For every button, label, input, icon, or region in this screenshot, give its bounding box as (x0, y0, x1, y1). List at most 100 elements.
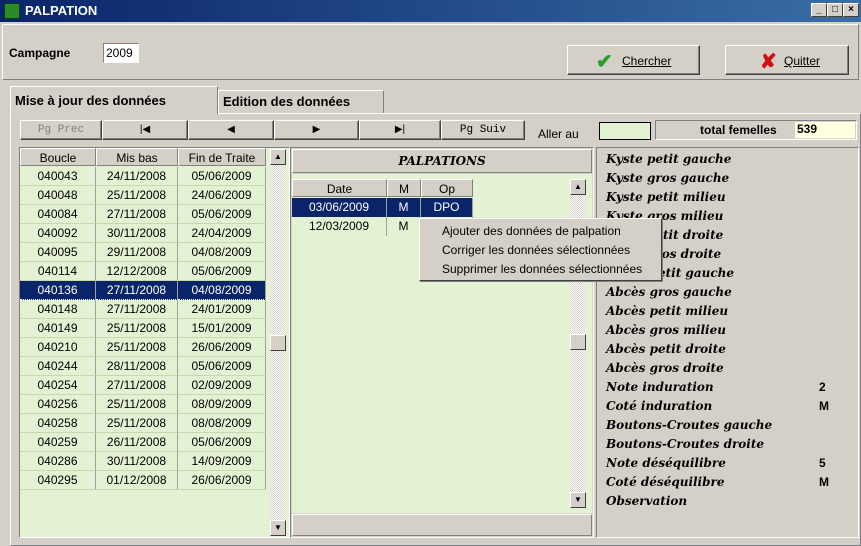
column-header[interactable]: Op (421, 179, 473, 197)
total-label: total femelles (700, 123, 777, 137)
table-cell: 04/08/2009 (178, 243, 266, 262)
minimize-button[interactable]: _ (811, 3, 827, 17)
field-label: Note induration (606, 380, 714, 394)
table-row[interactable]: 040210 25/11/2008 26/06/2009 (20, 338, 266, 357)
field-label: Note déséquilibre (606, 456, 726, 470)
table-cell: 040048 (20, 186, 96, 205)
context-menu: Ajouter des données de palpation Corrige… (419, 218, 662, 281)
campagne-label: Campagne (9, 46, 71, 60)
first-record-button[interactable]: |◀ (102, 120, 188, 140)
quit-button-label: Quitter (784, 54, 821, 68)
table-cell: 040295 (20, 471, 96, 490)
prev-page-button[interactable]: Pg Prec (20, 120, 102, 140)
column-header[interactable]: Boucle (20, 148, 96, 166)
table-cell: 25/11/2008 (96, 319, 178, 338)
table-cell: 01/12/2008 (96, 471, 178, 490)
menu-item-edit-selection[interactable]: Corriger les données sélectionnées (420, 241, 661, 260)
table-cell: 05/06/2009 (178, 433, 266, 452)
table-cell: 30/11/2008 (96, 452, 178, 471)
table-row[interactable]: 040114 12/12/2008 05/06/2009 (20, 262, 266, 281)
table-cell: 12/03/2009 (292, 217, 387, 236)
column-header[interactable]: M (387, 179, 421, 197)
table-cell: 05/06/2009 (178, 262, 266, 281)
table-cell: 27/11/2008 (96, 376, 178, 395)
table-row[interactable]: 040043 24/11/2008 05/06/2009 (20, 167, 266, 186)
table-cell: 040095 (20, 243, 96, 262)
menu-item-add-palpation[interactable]: Ajouter des données de palpation (420, 222, 661, 241)
table-row[interactable]: 040095 29/11/2008 04/08/2009 (20, 243, 266, 262)
close-button[interactable]: × (843, 3, 859, 17)
field-label: Kyste gros gauche (606, 171, 730, 185)
palpations-footer (292, 514, 592, 536)
table-cell: 040084 (20, 205, 96, 224)
scroll-up-arrow-icon[interactable]: ▲ (570, 179, 586, 195)
field-label: Abcès gros droite (606, 361, 724, 375)
column-header[interactable]: Date (292, 179, 387, 197)
field-label: Abcès gros gauche (606, 285, 732, 299)
table-cell: 040254 (20, 376, 96, 395)
table-cell: 27/11/2008 (96, 281, 178, 300)
field-value: 5 (819, 456, 826, 470)
column-header[interactable]: Fin de Traite (178, 148, 266, 166)
table-cell: 29/11/2008 (96, 243, 178, 262)
table-row[interactable]: 040092 30/11/2008 24/04/2009 (20, 224, 266, 243)
table-cell: 040148 (20, 300, 96, 319)
table-row[interactable]: 040136 27/11/2008 04/08/2009 (20, 281, 266, 300)
next-page-button[interactable]: Pg Suiv (441, 120, 525, 140)
campagne-input[interactable] (103, 43, 139, 63)
tab-edition[interactable]: Edition des données (218, 90, 384, 114)
scroll-up-arrow-icon[interactable]: ▲ (270, 149, 286, 165)
table-cell: 24/06/2009 (178, 186, 266, 205)
scroll-down-arrow-icon[interactable]: ▼ (270, 520, 286, 536)
next-record-button[interactable]: ▶ (274, 120, 359, 140)
table-cell: 05/06/2009 (178, 167, 266, 186)
palpations-scroll-thumb[interactable] (570, 334, 586, 350)
palpations-header: PALPATIONS (292, 149, 592, 173)
table-cell: 26/06/2009 (178, 338, 266, 357)
animals-scroll-thumb[interactable] (270, 335, 286, 351)
window-title: PALPATION (25, 3, 98, 18)
table-cell: 26/06/2009 (178, 471, 266, 490)
quit-button[interactable]: ✘ Quitter (725, 45, 849, 75)
table-cell: 08/08/2009 (178, 414, 266, 433)
total-box: total femelles 539 (655, 120, 857, 140)
table-row[interactable]: 040258 25/11/2008 08/08/2009 (20, 414, 266, 433)
details-panel: Kyste petit gauche Kyste gros gauche Kyste… (596, 147, 859, 538)
table-row[interactable]: 040256 25/11/2008 08/09/2009 (20, 395, 266, 414)
table-row[interactable]: 040295 01/12/2008 26/06/2009 (20, 471, 266, 490)
cross-icon: ✘ (760, 51, 777, 73)
column-header[interactable]: Mis bas (96, 148, 178, 166)
table-row[interactable]: 040244 28/11/2008 05/06/2009 (20, 357, 266, 376)
table-row[interactable]: 040048 25/11/2008 24/06/2009 (20, 186, 266, 205)
table-row[interactable]: 040148 27/11/2008 24/01/2009 (20, 300, 266, 319)
table-cell: 14/09/2009 (178, 452, 266, 471)
goto-input[interactable] (599, 122, 651, 140)
table-cell: 24/04/2009 (178, 224, 266, 243)
table-row[interactable]: 040254 27/11/2008 02/09/2009 (20, 376, 266, 395)
table-cell: 040286 (20, 452, 96, 471)
goto-label: Aller au (538, 127, 579, 141)
table-row[interactable]: 03/06/2009 M DPO (292, 198, 473, 217)
table-row[interactable]: 040149 25/11/2008 15/01/2009 (20, 319, 266, 338)
tab-mise-a-jour[interactable]: Mise à jour des données (10, 86, 218, 114)
menu-item-delete-selection[interactable]: Supprimer les données sélectionnées (420, 260, 661, 279)
prev-record-button[interactable]: ◀ (188, 120, 274, 140)
table-cell: 24/01/2009 (178, 300, 266, 319)
search-button[interactable]: ✔ Chercher (567, 45, 700, 75)
table-cell: 28/11/2008 (96, 357, 178, 376)
table-cell: 040244 (20, 357, 96, 376)
last-record-button[interactable]: ▶| (359, 120, 441, 140)
title-bar: PALPATION _ □ × (0, 0, 861, 22)
table-row[interactable]: 040084 27/11/2008 05/06/2009 (20, 205, 266, 224)
maximize-button[interactable]: □ (827, 3, 843, 17)
table-cell: 12/12/2008 (96, 262, 178, 281)
table-cell: 040136 (20, 281, 96, 300)
field-value: 2 (819, 380, 826, 394)
table-row[interactable]: 040259 26/11/2008 05/06/2009 (20, 433, 266, 452)
table-row[interactable]: 040286 30/11/2008 14/09/2009 (20, 452, 266, 471)
scroll-down-arrow-icon[interactable]: ▼ (570, 492, 586, 508)
table-cell: 02/09/2009 (178, 376, 266, 395)
field-label: Abcès petit milieu (606, 304, 729, 318)
field-label: Observation (606, 494, 688, 508)
table-cell: 040256 (20, 395, 96, 414)
